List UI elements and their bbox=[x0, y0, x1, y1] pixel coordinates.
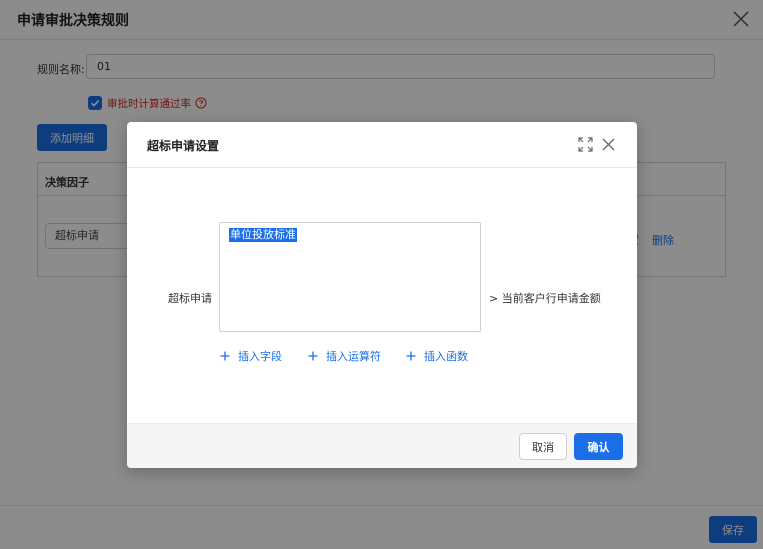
insert-field-button[interactable]: 插入字段 bbox=[220, 348, 282, 364]
insert-function-button[interactable]: 插入函数 bbox=[406, 348, 468, 364]
over-limit-settings-dialog: 超标申请设置 超标申请 单位投放标准 > 当前客户行申请金额 插入字段 插入运算… bbox=[127, 122, 637, 468]
insert-field-label: 插入字段 bbox=[238, 350, 282, 363]
dialog-close-icon[interactable] bbox=[601, 137, 616, 152]
insert-function-label: 插入函数 bbox=[424, 350, 468, 363]
plus-icon bbox=[406, 351, 416, 361]
fullscreen-icon[interactable] bbox=[578, 137, 593, 152]
cancel-button[interactable]: 取消 bbox=[519, 433, 567, 460]
dialog-header: 超标申请设置 bbox=[127, 122, 637, 168]
insert-operator-button[interactable]: 插入运算符 bbox=[308, 348, 381, 364]
plus-icon bbox=[220, 351, 230, 361]
plus-icon bbox=[308, 351, 318, 361]
expression-editor[interactable]: 单位投放标准 bbox=[219, 222, 481, 332]
dialog-title: 超标申请设置 bbox=[147, 139, 220, 153]
confirm-button[interactable]: 确认 bbox=[574, 433, 623, 460]
expression-suffix: > 当前客户行申请金额 bbox=[489, 292, 601, 305]
expression-token[interactable]: 单位投放标准 bbox=[229, 228, 297, 242]
insert-operator-label: 插入运算符 bbox=[326, 350, 381, 363]
over-limit-field-label: 超标申请 bbox=[168, 292, 212, 305]
